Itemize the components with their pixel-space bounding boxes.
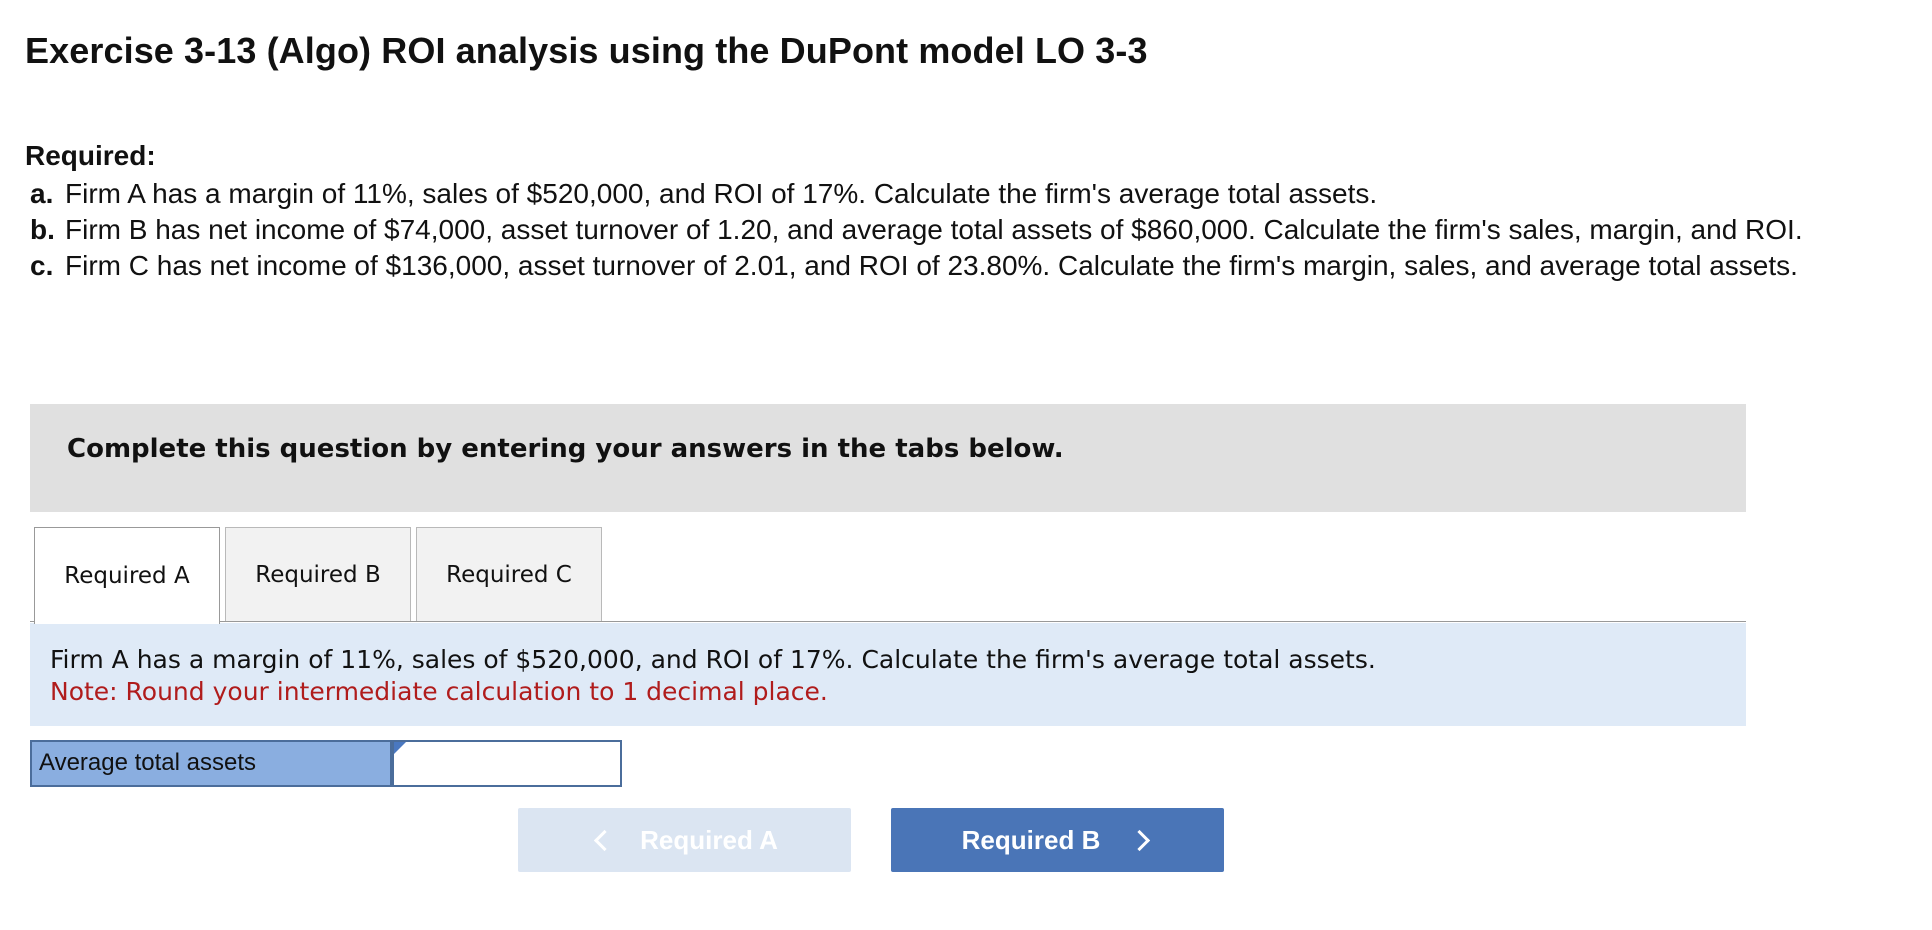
rounding-note: Note: Round your intermediate calculatio… [50,677,828,706]
requirement-text: Firm A has a margin of 11%, sales of $52… [65,178,1378,209]
page-title: Exercise 3-13 (Algo) ROI analysis using … [25,30,1148,71]
requirement-item-b: b. Firm B has net income of $74,000, ass… [30,212,1910,248]
requirement-letter: c. [30,250,54,281]
tab-required-b[interactable]: Required B [225,527,411,621]
instruction-banner: Complete this question by entering your … [30,404,1746,512]
previous-tab-label: Required A [640,824,778,855]
instruction-text: Complete this question by entering your … [67,434,1064,464]
chevron-right-icon [1129,829,1151,851]
requirement-text: Firm C has net income of $136,000, asset… [65,250,1798,281]
requirement-letter: b. [30,214,55,245]
input-corner-marker-icon [394,742,406,754]
next-tab-button[interactable]: Required B [891,808,1224,872]
requirement-text: Firm B has net income of $74,000, asset … [65,214,1803,245]
requirement-item-a: a. Firm A has a margin of 11%, sales of … [30,176,1910,212]
question-panel: Firm A has a margin of 11%, sales of $52… [30,623,1746,726]
tab-divider [30,621,1746,622]
requirement-letter: a. [30,178,54,209]
required-heading: Required: [25,140,156,171]
average-total-assets-label: Average total assets [30,740,392,787]
average-total-assets-input[interactable] [392,740,622,787]
requirement-item-c: c. Firm C has net income of $136,000, as… [30,248,1910,284]
previous-tab-button[interactable]: Required A [518,808,851,872]
next-tab-label: Required B [961,824,1101,855]
question-text: Firm A has a margin of 11%, sales of $52… [50,645,1376,674]
chevron-left-icon [594,829,616,851]
requirements-list: a. Firm A has a margin of 11%, sales of … [30,176,1910,284]
tab-required-c[interactable]: Required C [416,527,602,621]
tab-required-a[interactable]: Required A [34,527,220,624]
